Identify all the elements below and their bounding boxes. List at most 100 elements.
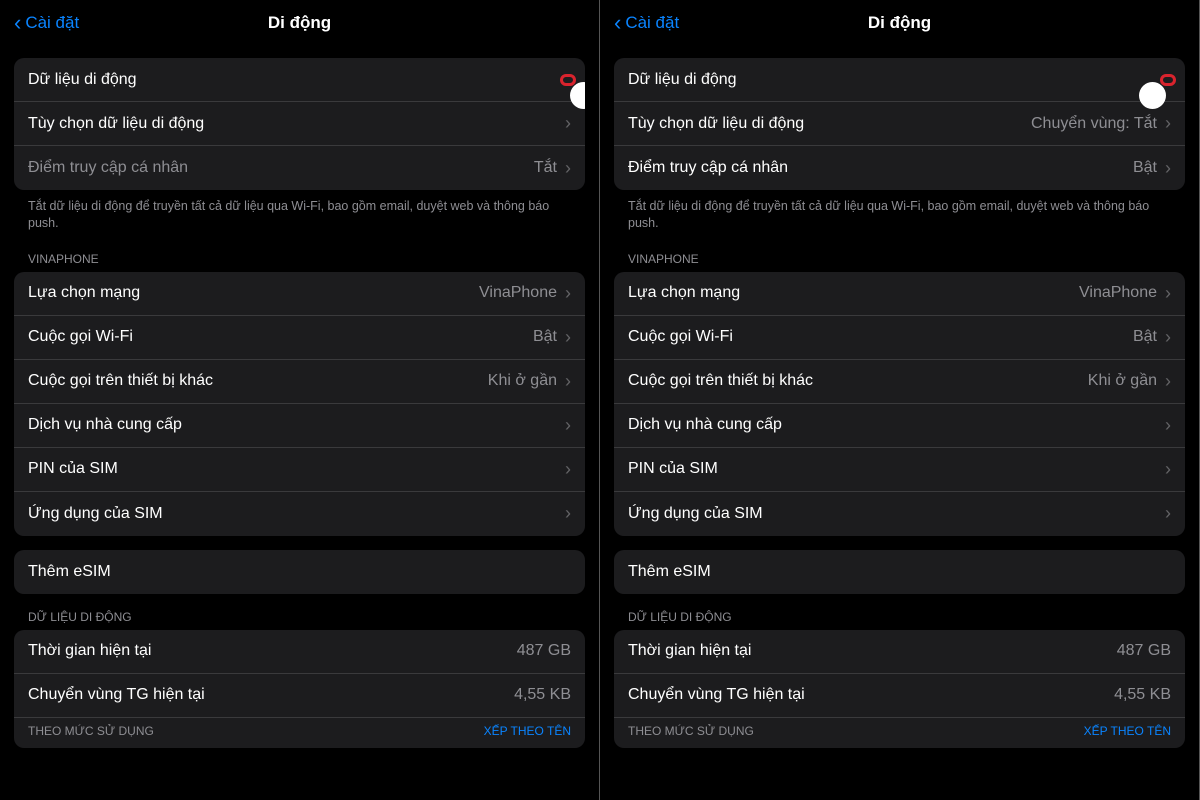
- value: 4,55 KB: [1114, 686, 1171, 704]
- value: Chuyển vùng: Tắt: [1031, 115, 1157, 133]
- label: Lựa chọn mạng: [628, 284, 740, 302]
- right: ›: [565, 415, 571, 436]
- chevron-right-icon: ›: [1165, 113, 1171, 134]
- label: Lựa chọn mạng: [28, 284, 140, 302]
- chevron-right-icon: ›: [565, 371, 571, 392]
- group-esim: Thêm eSIM: [14, 550, 585, 594]
- right: ›: [1165, 503, 1171, 524]
- row-sim-apps[interactable]: Ứng dụng của SIM ›: [614, 492, 1185, 536]
- right: VinaPhone›: [479, 283, 571, 304]
- row-wifi-calling[interactable]: Cuộc gọi Wi-Fi Bật›: [14, 316, 585, 360]
- row-mobile-data[interactable]: Dữ liệu di động: [614, 58, 1185, 102]
- row-roaming-period: Chuyển vùng TG hiện tại 4,55 KB: [614, 674, 1185, 718]
- label: Cuộc gọi Wi-Fi: [628, 328, 733, 346]
- toggle-highlight: [1160, 74, 1176, 86]
- row-hotspot[interactable]: Điểm truy cập cá nhân Bật ›: [614, 146, 1185, 190]
- value: Khi ở gần: [488, 372, 557, 390]
- chevron-left-icon: ‹: [614, 12, 621, 34]
- row-current-period: Thời gian hiện tại 487 GB: [14, 630, 585, 674]
- right: VinaPhone›: [1079, 283, 1171, 304]
- value: 487 GB: [1117, 642, 1171, 660]
- group-mobile-data: Dữ liệu di động Tùy chọn dữ liệu di động…: [614, 58, 1185, 190]
- toggle-knob: [1139, 82, 1166, 109]
- right: ›: [565, 459, 571, 480]
- value: VinaPhone: [1079, 284, 1157, 302]
- label: Cuộc gọi trên thiết bị khác: [628, 372, 813, 390]
- row-hotspot[interactable]: Điểm truy cập cá nhân Tắt›: [14, 146, 585, 190]
- label: Điểm truy cập cá nhân: [628, 159, 788, 177]
- row-other-devices[interactable]: Cuộc gọi trên thiết bị khác Khi ở gần›: [14, 360, 585, 404]
- usage-header: DỮ LIỆU DI ĐỘNG: [14, 594, 585, 630]
- row-network[interactable]: Lựa chọn mạng VinaPhone›: [614, 272, 1185, 316]
- row-mobile-data[interactable]: Dữ liệu di động: [14, 58, 585, 102]
- sort-by-name-button[interactable]: XẾP THEO TÊN: [1084, 724, 1171, 738]
- value: 487 GB: [517, 642, 571, 660]
- page-title: Di động: [868, 13, 931, 33]
- by-usage-label: THEO MỨC SỬ DỤNG: [628, 724, 754, 738]
- usage-header: DỮ LIỆU DI ĐỘNG: [614, 594, 1185, 630]
- label: Chuyển vùng TG hiện tại: [28, 686, 205, 704]
- row-carrier-services[interactable]: Dịch vụ nhà cung cấp ›: [14, 404, 585, 448]
- chevron-left-icon: ‹: [14, 12, 21, 34]
- row-sim-apps[interactable]: Ứng dụng của SIM ›: [14, 492, 585, 536]
- label: Ứng dụng của SIM: [28, 505, 163, 523]
- chevron-right-icon: ›: [565, 503, 571, 524]
- chevron-right-icon: ›: [1165, 415, 1171, 436]
- chevron-right-icon: ›: [1165, 503, 1171, 524]
- back-button[interactable]: ‹ Cài đặt: [614, 12, 679, 34]
- right: Khi ở gần ›: [1088, 371, 1171, 392]
- sort-by-name-button[interactable]: XẾP THEO TÊN: [484, 724, 571, 738]
- value: Tắt: [534, 159, 557, 177]
- label: Dịch vụ nhà cung cấp: [28, 416, 182, 434]
- row-data-options[interactable]: Tùy chọn dữ liệu di động ›: [14, 102, 585, 146]
- value: Bật: [1133, 159, 1157, 177]
- right: Bật›: [533, 327, 571, 348]
- by-usage-label: THEO MỨC SỬ DỤNG: [28, 724, 154, 738]
- row-add-esim[interactable]: Thêm eSIM: [14, 550, 585, 594]
- label: Điểm truy cập cá nhân: [28, 159, 188, 177]
- chevron-right-icon: ›: [565, 283, 571, 304]
- row-sort: THEO MỨC SỬ DỤNG XẾP THEO TÊN: [614, 718, 1185, 748]
- content: Dữ liệu di động Tùy chọn dữ liệu di động…: [0, 44, 599, 800]
- row-sim-pin[interactable]: PIN của SIM ›: [14, 448, 585, 492]
- label: Chuyển vùng TG hiện tại: [628, 686, 805, 704]
- label: Tùy chọn dữ liệu di động: [28, 115, 204, 133]
- add-esim-label: Thêm eSIM: [28, 563, 111, 581]
- row-wifi-calling[interactable]: Cuộc gọi Wi-Fi Bật›: [614, 316, 1185, 360]
- row-sim-pin[interactable]: PIN của SIM ›: [614, 448, 1185, 492]
- chevron-right-icon: ›: [1165, 327, 1171, 348]
- group-carrier: Lựa chọn mạng VinaPhone› Cuộc gọi Wi-Fi …: [14, 272, 585, 536]
- row-current-period: Thời gian hiện tại 487 GB: [614, 630, 1185, 674]
- label: Dữ liệu di động: [28, 71, 137, 89]
- row-other-devices[interactable]: Cuộc gọi trên thiết bị khác Khi ở gần ›: [614, 360, 1185, 404]
- toggle-highlight: [560, 74, 576, 86]
- chevron-right-icon: ›: [1165, 371, 1171, 392]
- row-add-esim[interactable]: Thêm eSIM: [614, 550, 1185, 594]
- value: Bật: [533, 328, 557, 346]
- value: Khi ở gần: [1088, 372, 1157, 390]
- row-network[interactable]: Lựa chọn mạng VinaPhone›: [14, 272, 585, 316]
- label: Tùy chọn dữ liệu di động: [628, 115, 804, 133]
- add-esim-label: Thêm eSIM: [628, 563, 711, 581]
- group-usage: Thời gian hiện tại 487 GB Chuyển vùng TG…: [14, 630, 585, 748]
- mobile-data-note: Tắt dữ liệu di động để truyền tất cả dữ …: [14, 190, 585, 236]
- content: Dữ liệu di động Tùy chọn dữ liệu di động…: [600, 44, 1199, 800]
- phone-left: ‹ Cài đặt Di động Dữ liệu di động Tùy ch…: [0, 0, 600, 800]
- nav-bar: ‹ Cài đặt Di động: [0, 0, 599, 44]
- back-label: Cài đặt: [25, 13, 79, 33]
- back-label: Cài đặt: [625, 13, 679, 33]
- back-button[interactable]: ‹ Cài đặt: [14, 12, 79, 34]
- group-carrier: Lựa chọn mạng VinaPhone› Cuộc gọi Wi-Fi …: [614, 272, 1185, 536]
- right: Khi ở gần ›: [488, 371, 571, 392]
- right: ›: [565, 113, 571, 134]
- label: Thời gian hiện tại: [28, 642, 151, 660]
- chevron-right-icon: ›: [1165, 158, 1171, 179]
- row-carrier-services[interactable]: Dịch vụ nhà cung cấp ›: [614, 404, 1185, 448]
- value: 4,55 KB: [514, 686, 571, 704]
- right: Chuyển vùng: Tắt ›: [1031, 113, 1171, 134]
- right: ›: [565, 503, 571, 524]
- label: Dữ liệu di động: [628, 71, 737, 89]
- right: Bật›: [1133, 327, 1171, 348]
- chevron-right-icon: ›: [565, 415, 571, 436]
- row-data-options[interactable]: Tùy chọn dữ liệu di động Chuyển vùng: Tắ…: [614, 102, 1185, 146]
